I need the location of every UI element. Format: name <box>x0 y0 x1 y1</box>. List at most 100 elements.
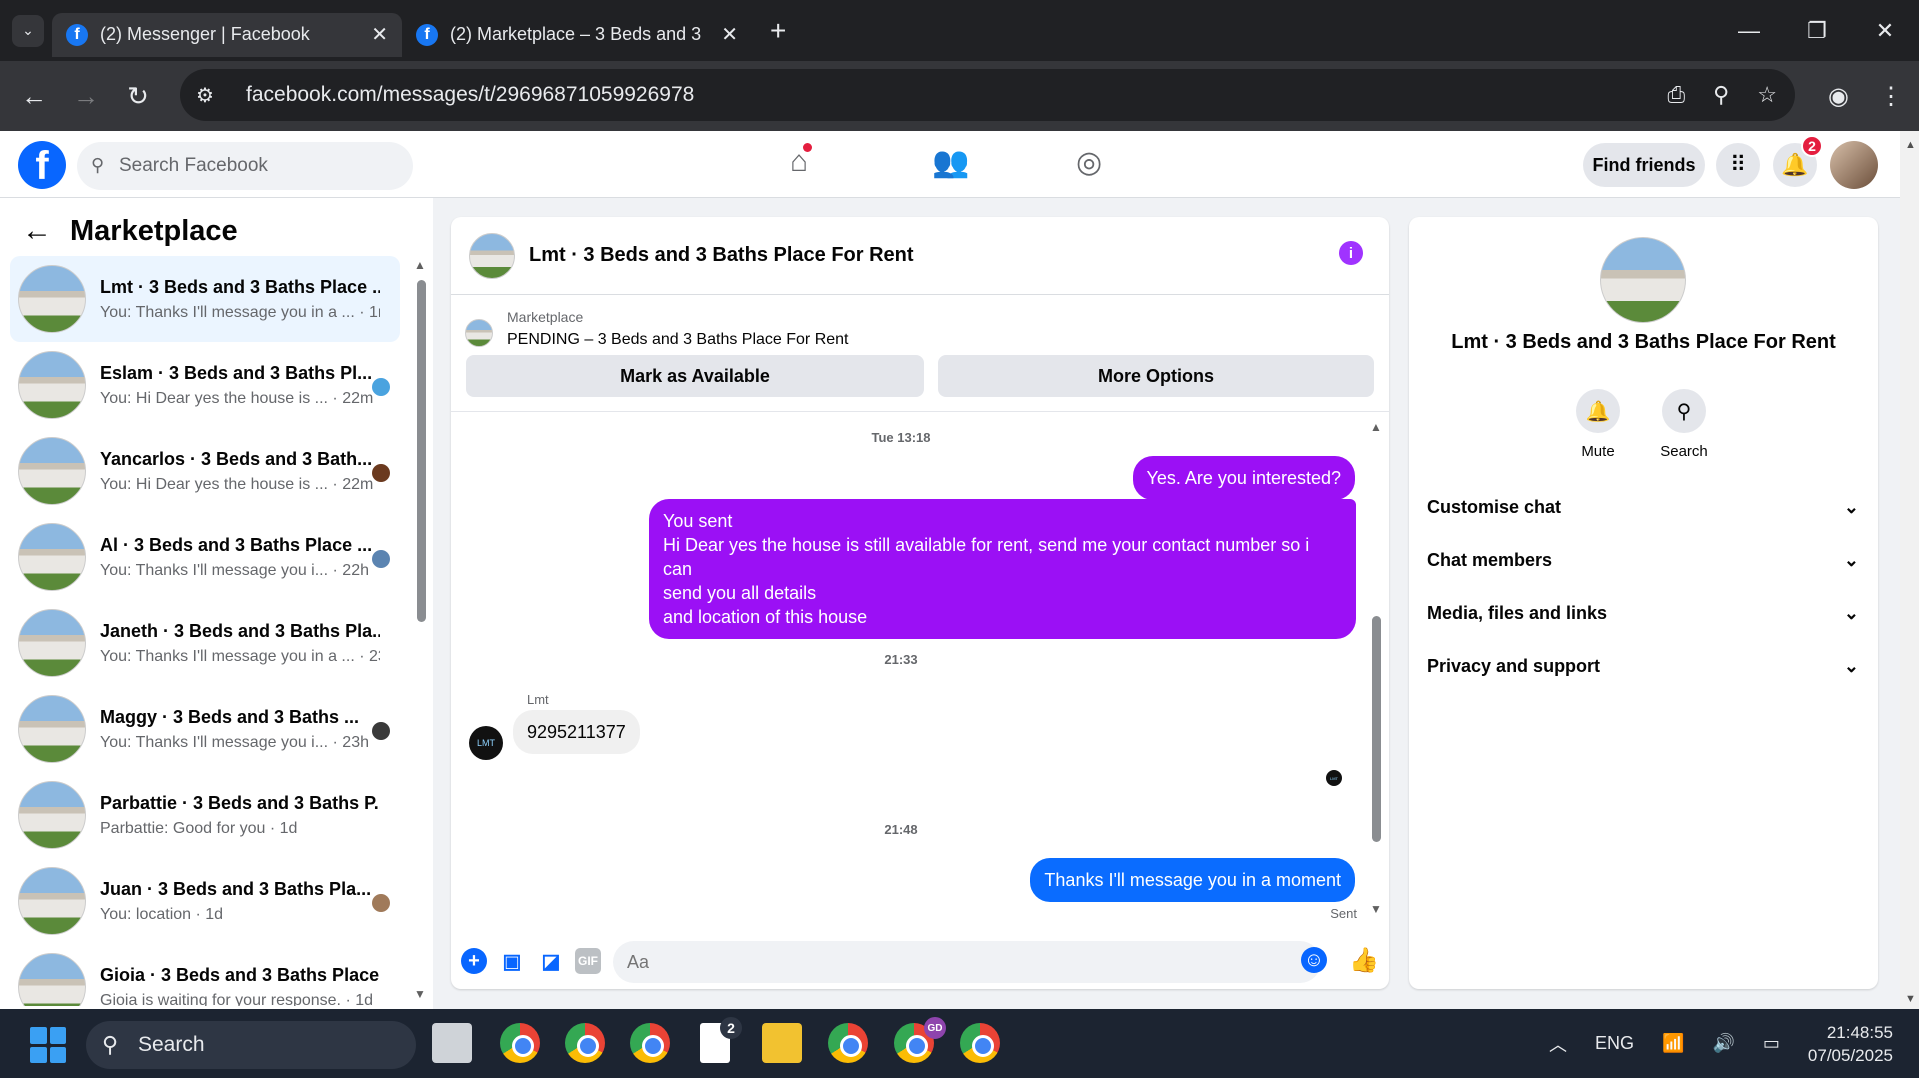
conversation-row[interactable]: Gioia · 3 Beds and 3 Baths Place... Gioia… <box>10 944 400 1006</box>
browser-tab-messenger[interactable]: f (2) Messenger | Facebook ✕ <box>52 12 402 57</box>
mute-action[interactable]: 🔔 Mute <box>1553 389 1643 460</box>
windows-taskbar: ⚲ Search 2 GD ︿ ENG 📶 🔊 ▭ 21:48:55 07/05… <box>0 1009 1919 1078</box>
account-avatar[interactable] <box>1830 141 1878 189</box>
profile-icon[interactable]: ◉ <box>1828 82 1849 111</box>
tab-search-dropdown[interactable]: ⌄ <box>12 14 44 47</box>
chrome-icon[interactable] <box>565 1023 605 1063</box>
chrome-icon[interactable]: GD <box>894 1017 946 1063</box>
volume-icon[interactable]: 🔊 <box>1712 1033 1734 1054</box>
chrome-icon-active[interactable] <box>828 1023 868 1063</box>
browser-tab-marketplace[interactable]: f (2) Marketplace – 3 Beds and 3 ✕ <box>402 13 752 57</box>
clock[interactable]: 21:48:55 07/05/2025 <box>1808 1021 1893 1067</box>
battery-icon[interactable]: ▭ <box>1763 1033 1780 1054</box>
wifi-icon[interactable]: 📶 <box>1662 1033 1684 1054</box>
plus-icon[interactable]: + <box>461 948 487 974</box>
facebook-logo-icon[interactable]: f <box>18 141 66 189</box>
search-action[interactable]: ⚲ Search <box>1639 389 1729 460</box>
chevron-up-icon[interactable]: ︿ <box>1549 1031 1567 1057</box>
site-settings-icon[interactable]: ⚙ <box>196 83 224 108</box>
gif-icon[interactable]: GIF <box>575 948 601 974</box>
sticker-icon[interactable]: ◪ <box>538 948 564 974</box>
close-window-icon[interactable]: ✕ <box>1851 0 1919 61</box>
page-scrollbar[interactable]: ▲ ▼ <box>1900 131 1919 1009</box>
chat-scrollbar[interactable]: ▲ ▼ <box>1369 420 1383 916</box>
groups-icon[interactable]: ◎ <box>1076 145 1102 180</box>
conversation-row[interactable]: Juan · 3 Beds and 3 Baths Pla... You: loc… <box>10 858 400 944</box>
menu-grid-icon[interactable]: ⠿ <box>1716 143 1760 187</box>
customise-chat-section[interactable]: Customise chat ⌄ <box>1427 487 1859 527</box>
conversation-row[interactable]: Janeth · 3 Beds and 3 Baths Pla... You: T… <box>10 600 400 686</box>
restore-icon[interactable]: ❐ <box>1783 0 1851 61</box>
photo-icon[interactable]: ▣ <box>499 948 525 974</box>
message-input[interactable] <box>613 941 1321 983</box>
conversation-row[interactable]: Yancarlos · 3 Beds and 3 Bath... You: Hi … <box>10 428 400 514</box>
media-files-links-section[interactable]: Media, files and links ⌄ <box>1427 593 1859 633</box>
scroll-up-icon[interactable]: ▲ <box>1905 139 1916 151</box>
message-bubble-incoming[interactable]: 9295211377 <box>513 710 640 754</box>
minimize-icon[interactable]: — <box>1715 0 1783 61</box>
close-tab-icon[interactable]: ✕ <box>721 22 738 47</box>
scrollbar-thumb[interactable] <box>417 280 426 622</box>
close-tab-icon[interactable]: ✕ <box>371 22 388 47</box>
taskbar-search[interactable]: ⚲ Search <box>86 1021 416 1069</box>
friends-icon[interactable]: 👥 <box>932 145 969 180</box>
chat-members-section[interactable]: Chat members ⌄ <box>1427 540 1859 580</box>
notepad-icon[interactable]: 2 <box>700 1017 742 1063</box>
address-bar[interactable]: ⚙ facebook.com/messages/t/29696871059926… <box>180 69 1795 121</box>
scroll-down-icon[interactable]: ▼ <box>414 987 426 1001</box>
zoom-icon[interactable]: ⚲ <box>1713 82 1729 108</box>
tab-title: (2) Marketplace – 3 Beds and 3 <box>450 24 702 44</box>
conversation-row[interactable]: Parbattie · 3 Beds and 3 Baths P... Parba… <box>10 772 400 858</box>
task-view-icon[interactable] <box>432 1023 472 1063</box>
scroll-down-icon[interactable]: ▼ <box>1370 902 1382 916</box>
conversation-row[interactable]: Eslam · 3 Beds and 3 Baths Pl... You: Hi … <box>10 342 400 428</box>
conversation-row[interactable]: Al · 3 Beds and 3 Baths Place ... You: Th… <box>10 514 400 600</box>
emoji-icon[interactable]: ☺ <box>1301 947 1327 973</box>
message-bubble-outgoing[interactable]: Yes. Are you interested? <box>1132 456 1355 500</box>
info-icon[interactable]: i <box>1339 241 1363 265</box>
file-explorer-icon[interactable] <box>762 1023 802 1063</box>
find-friends-button[interactable]: Find friends <box>1583 143 1705 187</box>
reload-icon[interactable]: ↻ <box>112 81 164 112</box>
scroll-up-icon[interactable]: ▲ <box>414 258 426 272</box>
message-bubble-outgoing[interactable]: Thanks I'll message you in a moment <box>1030 858 1355 902</box>
new-tab-button[interactable]: + <box>770 15 786 47</box>
listing-status[interactable]: PENDING – 3 Beds and 3 Baths Place For R… <box>507 331 849 349</box>
tab-title: (2) Messenger | Facebook <box>100 24 310 44</box>
message-bubble-outgoing[interactable]: You sent Hi Dear yes the house is still … <box>649 499 1356 639</box>
back-arrow-icon[interactable]: ← <box>22 214 52 248</box>
notifications-bell-icon[interactable]: 🔔 2 <box>1773 135 1823 187</box>
conversation-row[interactable]: Lmt · 3 Beds and 3 Baths Place ... You: T… <box>10 256 400 342</box>
sender-avatar[interactable]: LMT <box>469 726 503 760</box>
message-line: send you all details <box>663 583 817 603</box>
privacy-support-section[interactable]: Privacy and support ⌄ <box>1427 646 1859 686</box>
search-facebook-input[interactable]: ⚲ Search Facebook <box>77 142 413 190</box>
chrome-icon[interactable] <box>960 1023 1000 1063</box>
mark-as-available-button[interactable]: Mark as Available <box>466 355 924 397</box>
install-app-icon[interactable]: ⎙ <box>1668 82 1686 108</box>
thumbs-up-icon[interactable]: 👍 <box>1349 947 1379 974</box>
seen-avatar <box>372 378 390 396</box>
back-icon[interactable]: ← <box>8 81 60 112</box>
chrome-icon[interactable] <box>630 1023 670 1063</box>
more-options-button[interactable]: More Options <box>938 355 1374 397</box>
chat-title[interactable]: Lmt · 3 Beds and 3 Baths Place For Rent <box>529 244 914 267</box>
listing-avatar[interactable] <box>469 232 515 279</box>
scroll-up-icon[interactable]: ▲ <box>1370 420 1382 434</box>
scrollbar-thumb[interactable] <box>1372 616 1381 842</box>
listing-avatar-large[interactable] <box>1600 237 1686 323</box>
bell-icon: 🔔 <box>1576 389 1620 433</box>
language-indicator[interactable]: ENG <box>1595 1033 1634 1054</box>
windows-start-icon[interactable] <box>30 1027 66 1063</box>
search-placeholder: Search Facebook <box>119 155 268 176</box>
bookmark-star-icon[interactable]: ☆ <box>1757 82 1777 108</box>
forward-icon[interactable]: → <box>60 81 112 112</box>
system-tray: ︿ ENG 📶 🔊 ▭ 21:48:55 07/05/2025 <box>1549 1009 1919 1078</box>
home-icon[interactable]: ⌂ <box>790 143 813 179</box>
listing-thumbnail[interactable] <box>465 319 493 347</box>
sidebar-scrollbar[interactable]: ▲ ▼ <box>413 256 427 1001</box>
scroll-down-icon[interactable]: ▼ <box>1905 993 1916 1005</box>
conversation-row[interactable]: Maggy · 3 Beds and 3 Baths ... You: Thank… <box>10 686 400 772</box>
chrome-icon[interactable] <box>500 1023 540 1063</box>
menu-kebab-icon[interactable]: ⋮ <box>1879 82 1903 111</box>
